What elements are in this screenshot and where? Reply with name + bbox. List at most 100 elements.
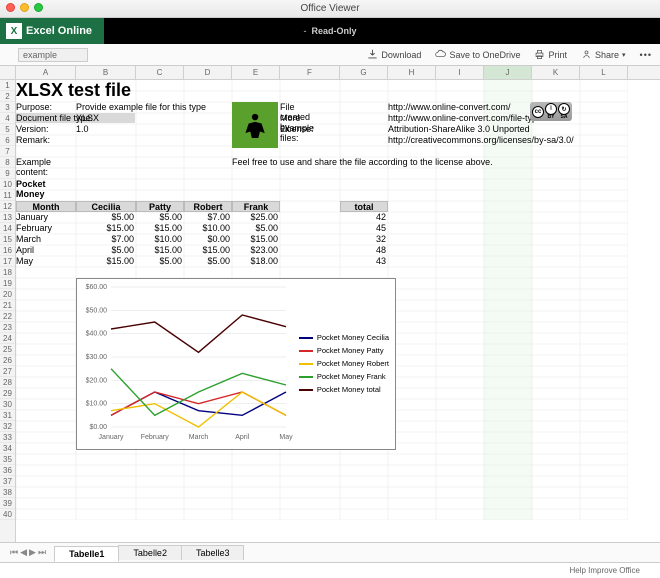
- col-header-A[interactable]: A: [16, 66, 76, 79]
- row-header-13[interactable]: 13: [0, 212, 15, 223]
- sheet-tab-Tabelle3[interactable]: Tabelle3: [181, 545, 245, 560]
- row-header-33[interactable]: 33: [0, 432, 15, 443]
- window-titlebar: Office Viewer: [0, 0, 660, 18]
- col-header-K[interactable]: K: [532, 66, 580, 79]
- col-header-F[interactable]: F: [280, 66, 340, 79]
- row-header-9[interactable]: 9: [0, 168, 15, 179]
- row-header-19[interactable]: 19: [0, 278, 15, 289]
- sheet-tab-bar: ⏮ ◀ ▶ ⏭ Tabelle1Tabelle2Tabelle3: [0, 542, 660, 562]
- row-header-24[interactable]: 24: [0, 333, 15, 344]
- svg-text:$50.00: $50.00: [86, 307, 108, 314]
- download-button[interactable]: Download: [367, 49, 421, 60]
- row-header-30[interactable]: 30: [0, 399, 15, 410]
- row-header-25[interactable]: 25: [0, 344, 15, 355]
- row-header-22[interactable]: 22: [0, 311, 15, 322]
- row-header-21[interactable]: 21: [0, 300, 15, 311]
- svg-text:March: March: [189, 434, 209, 441]
- col-header-D[interactable]: D: [184, 66, 232, 79]
- row-header-11[interactable]: 11: [0, 190, 15, 201]
- row-header-5[interactable]: 5: [0, 124, 15, 135]
- brand-label: Excel Online: [26, 25, 92, 37]
- row-header-17[interactable]: 17: [0, 256, 15, 267]
- toolbar: example Download Save to OneDrive Print …: [0, 44, 660, 66]
- row-header-14[interactable]: 14: [0, 223, 15, 234]
- sheet-tab-Tabelle2[interactable]: Tabelle2: [118, 545, 182, 560]
- row-header-3[interactable]: 3: [0, 102, 15, 113]
- row-header-7[interactable]: 7: [0, 146, 15, 157]
- print-button[interactable]: Print: [534, 49, 567, 60]
- nav-last-icon[interactable]: ⏭: [38, 547, 46, 558]
- cell-area[interactable]: XLSX test filePurpose:Provide example fi…: [16, 80, 660, 542]
- nav-first-icon[interactable]: ⏮: [10, 547, 18, 558]
- row-header-4[interactable]: 4: [0, 113, 15, 124]
- column-headers[interactable]: ABCDEFGHIJKL: [0, 66, 660, 80]
- row-header-8[interactable]: 8: [0, 157, 15, 168]
- row-header-31[interactable]: 31: [0, 410, 15, 421]
- svg-text:$30.00: $30.00: [86, 354, 108, 361]
- col-header-H[interactable]: H: [388, 66, 436, 79]
- col-header-L[interactable]: L: [580, 66, 628, 79]
- row-header-38[interactable]: 38: [0, 487, 15, 498]
- window-title: Office Viewer: [300, 3, 359, 14]
- maximize-window-button[interactable]: [34, 3, 43, 12]
- row-header-23[interactable]: 23: [0, 322, 15, 333]
- svg-text:$10.00: $10.00: [86, 401, 108, 408]
- close-window-button[interactable]: [6, 3, 15, 12]
- row-header-39[interactable]: 39: [0, 498, 15, 509]
- nav-next-icon[interactable]: ▶: [29, 547, 36, 558]
- row-header-10[interactable]: 10: [0, 179, 15, 190]
- nav-prev-icon[interactable]: ◀: [20, 547, 27, 558]
- print-icon: [534, 49, 545, 60]
- sheet-tab-Tabelle1[interactable]: Tabelle1: [54, 546, 119, 562]
- row-header-15[interactable]: 15: [0, 234, 15, 245]
- svg-text:February: February: [141, 434, 170, 441]
- chart-legend: Pocket Money CeciliaPocket Money PattyPo…: [299, 331, 389, 397]
- row-header-29[interactable]: 29: [0, 388, 15, 399]
- svg-text:April: April: [235, 434, 249, 441]
- brand-tile[interactable]: Excel Online: [0, 18, 104, 44]
- row-header-27[interactable]: 27: [0, 366, 15, 377]
- row-header-16[interactable]: 16: [0, 245, 15, 256]
- col-header-J[interactable]: J: [484, 66, 532, 79]
- download-icon: [367, 49, 378, 60]
- svg-text:January: January: [99, 434, 124, 441]
- row-headers[interactable]: 1234567891011121314151617181920212223242…: [0, 80, 16, 542]
- save-onedrive-button[interactable]: Save to OneDrive: [435, 49, 520, 60]
- col-header-C[interactable]: C: [136, 66, 184, 79]
- row-header-32[interactable]: 32: [0, 421, 15, 432]
- col-header-I[interactable]: I: [436, 66, 484, 79]
- spreadsheet-grid[interactable]: ABCDEFGHIJKL 123456789101112131415161718…: [0, 66, 660, 542]
- cloud-icon: [435, 49, 446, 60]
- share-icon: [581, 49, 592, 60]
- share-button[interactable]: Share ▾: [581, 49, 626, 60]
- svg-text:May: May: [279, 434, 293, 441]
- row-header-18[interactable]: 18: [0, 267, 15, 278]
- row-header-6[interactable]: 6: [0, 135, 15, 146]
- row-header-36[interactable]: 36: [0, 465, 15, 476]
- svg-text:$0.00: $0.00: [89, 424, 107, 431]
- clipart-image: [232, 102, 278, 148]
- svg-text:$40.00: $40.00: [86, 331, 108, 338]
- row-header-26[interactable]: 26: [0, 355, 15, 366]
- minimize-window-button[interactable]: [20, 3, 29, 12]
- svg-text:$20.00: $20.00: [86, 377, 108, 384]
- col-header-E[interactable]: E: [232, 66, 280, 79]
- row-header-20[interactable]: 20: [0, 289, 15, 300]
- col-header-G[interactable]: G: [340, 66, 388, 79]
- svg-text:$60.00: $60.00: [86, 284, 108, 291]
- col-header-B[interactable]: B: [76, 66, 136, 79]
- app-ribbon: Excel Online - Read-Only: [0, 18, 660, 44]
- row-header-37[interactable]: 37: [0, 476, 15, 487]
- excel-icon: [6, 23, 22, 39]
- row-header-28[interactable]: 28: [0, 377, 15, 388]
- row-header-12[interactable]: 12: [0, 201, 15, 212]
- sheet-nav[interactable]: ⏮ ◀ ▶ ⏭: [10, 547, 46, 558]
- help-link[interactable]: Help Improve Office: [569, 566, 640, 575]
- row-header-1[interactable]: 1: [0, 80, 15, 91]
- row-header-40[interactable]: 40: [0, 509, 15, 520]
- document-name-field[interactable]: example: [18, 48, 88, 62]
- row-header-35[interactable]: 35: [0, 454, 15, 465]
- row-header-2[interactable]: 2: [0, 91, 15, 102]
- more-button[interactable]: •••: [640, 50, 652, 60]
- row-header-34[interactable]: 34: [0, 443, 15, 454]
